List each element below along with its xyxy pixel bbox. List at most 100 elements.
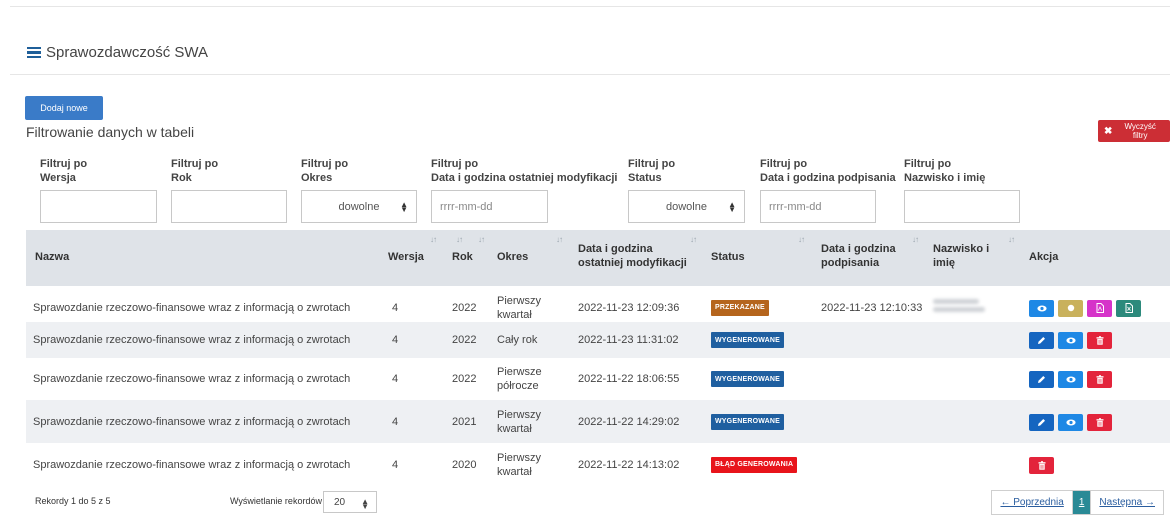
date-placeholder: rrrr-mm-dd	[440, 200, 493, 213]
cell-modified: 2022-11-22 14:29:02	[578, 415, 680, 428]
sort-icon[interactable]: ↓↑	[456, 235, 463, 244]
cell-wersja: 4	[392, 334, 399, 346]
status-badge: BŁĄD GENEROWANIA	[711, 456, 798, 473]
action-view-button[interactable]	[1029, 299, 1054, 317]
clear-filters-label: Wyczyść filtry	[1124, 122, 1156, 140]
action-view-button[interactable]	[1058, 332, 1083, 349]
action-delete-button[interactable]	[1087, 371, 1112, 388]
action-view-button[interactable]	[1058, 371, 1083, 388]
filter-label-okres: Filtruj po Okres	[301, 158, 349, 184]
page-size-label: Wyświetlanie rekordów	[230, 496, 322, 506]
cell-rok: 2020	[452, 458, 477, 471]
action-delete-button[interactable]	[1087, 332, 1112, 349]
redacted-name	[933, 296, 985, 320]
top-divider	[10, 6, 1170, 7]
sort-icon[interactable]: ↓↑	[1008, 235, 1015, 244]
eye-icon	[1065, 419, 1076, 426]
action-circle-button[interactable]	[1058, 299, 1083, 317]
clear-filters-button[interactable]: ✖ Wyczyść filtry	[1098, 120, 1170, 142]
pencil-icon	[1037, 418, 1046, 427]
filter-okres-value: dowolne	[338, 200, 380, 213]
sort-icon[interactable]: ↓↑	[690, 235, 697, 244]
cell-rok: 2022	[452, 334, 477, 346]
sort-icon[interactable]: ↓↑	[912, 235, 919, 244]
filter-label-signing-date: Filtruj po Data i godzina podpisania	[760, 158, 896, 184]
trash-icon	[1096, 336, 1104, 345]
action-delete-button[interactable]	[1029, 456, 1054, 474]
add-new-button[interactable]: Dodaj nowe	[25, 96, 103, 120]
column-signing-date[interactable]: Data i godzina podpisania	[821, 242, 896, 270]
panel-divider	[10, 74, 1170, 75]
cell-okres: Pierwsze półrocze	[497, 366, 542, 392]
cell-okres: Pierwszy kwartał	[497, 408, 542, 435]
column-akcja: Akcja	[1029, 251, 1059, 263]
filter-label-wersja: Filtruj po Wersja	[40, 158, 88, 184]
status-badge: WYGENEROWANE	[711, 332, 785, 348]
close-icon: ✖	[1104, 125, 1113, 137]
cell-okres: Pierwszy kwartał	[497, 294, 542, 321]
select-caret-icon: ▲ ▼	[728, 200, 736, 214]
eye-icon	[1065, 337, 1076, 344]
column-status[interactable]: Status	[711, 250, 745, 264]
action-edit-button[interactable]	[1029, 371, 1054, 388]
filter-label-modification-date: Filtruj po Data i godzina ostatniej modyf…	[431, 158, 618, 184]
trash-icon	[1096, 375, 1104, 384]
select-caret-icon: ▲ ▼	[361, 497, 369, 511]
filter-signing-date-input[interactable]: rrrr-mm-dd	[760, 190, 876, 223]
page-size-select[interactable]: 20 ▲ ▼	[323, 491, 377, 513]
status-badge: PRZEKAZANE	[711, 299, 769, 316]
filter-modification-date-input[interactable]: rrrr-mm-dd	[431, 190, 548, 223]
cell-nazwa: Sprawozdanie rzeczowo-finansowe wraz z i…	[33, 458, 351, 471]
previous-page-link[interactable]: ← Poprzednia	[992, 491, 1071, 514]
panel-title: Sprawozdawczość SWA	[27, 44, 208, 61]
cell-modified: 2022-11-22 18:06:55	[578, 373, 680, 385]
sort-icon[interactable]: ↓↑	[556, 235, 563, 244]
cell-wersja: 4	[392, 415, 399, 428]
pencil-icon	[1037, 375, 1046, 384]
next-page-link[interactable]: Następna →	[1091, 491, 1163, 514]
column-rok[interactable]: Rok	[452, 250, 473, 264]
filter-label-rok: Filtruj po Rok	[171, 158, 219, 184]
filter-status-value: dowolne	[666, 200, 707, 213]
pagination: ← Poprzednia 1 Następna →	[991, 490, 1164, 515]
action-excel-button[interactable]	[1116, 299, 1141, 317]
action-delete-button[interactable]	[1087, 413, 1112, 431]
cell-signed: 2022-11-23 12:10:33	[821, 301, 923, 314]
action-edit-button[interactable]	[1029, 413, 1054, 431]
column-wersja[interactable]: Wersja	[388, 250, 424, 264]
cell-nazwa: Sprawozdanie rzeczowo-finansowe wraz z i…	[33, 373, 351, 385]
page-size-value: 20	[334, 496, 346, 508]
action-edit-button[interactable]	[1029, 332, 1054, 349]
column-nazwa[interactable]: Nazwa	[35, 250, 69, 264]
eye-icon	[1036, 305, 1047, 312]
sort-icon[interactable]: ↓↑	[478, 235, 485, 244]
filter-status-select[interactable]: dowolne ▲ ▼	[628, 190, 745, 223]
filter-label-status: Filtruj po Status	[628, 158, 676, 184]
current-page-button[interactable]: 1	[1071, 491, 1092, 514]
filter-name-input[interactable]	[904, 190, 1020, 223]
eye-icon	[1065, 376, 1076, 383]
filter-rok-input[interactable]	[171, 190, 287, 223]
cell-modified: 2022-11-23 11:31:02	[578, 334, 679, 346]
status-badge: WYGENEROWANE	[711, 413, 785, 430]
cell-nazwa: Sprawozdanie rzeczowo-finansowe wraz z i…	[33, 334, 351, 346]
column-name[interactable]: Nazwisko i imię	[933, 242, 989, 270]
sort-icon[interactable]: ↓↑	[798, 235, 805, 244]
excel-icon	[1125, 303, 1133, 313]
cell-wersja: 4	[392, 301, 399, 314]
sort-icon[interactable]: ↓↑	[430, 235, 437, 244]
circle-icon	[1067, 304, 1075, 312]
action-pdf-button[interactable]	[1087, 299, 1112, 317]
trash-icon	[1038, 460, 1046, 470]
filter-wersja-input[interactable]	[40, 190, 157, 223]
column-modification-date[interactable]: Data i godzina ostatniej modyfikacji	[578, 242, 687, 270]
cell-rok: 2021	[452, 415, 477, 428]
filter-okres-select[interactable]: dowolne ▲ ▼	[301, 190, 417, 223]
action-view-button[interactable]	[1058, 413, 1083, 431]
status-badge: WYGENEROWANE	[711, 371, 785, 387]
panel-title-text: Sprawozdawczość SWA	[46, 44, 208, 61]
pencil-icon	[1037, 336, 1046, 345]
cell-modified: 2022-11-22 14:13:02	[578, 458, 680, 471]
list-icon	[27, 46, 41, 59]
column-okres[interactable]: Okres	[497, 250, 528, 264]
